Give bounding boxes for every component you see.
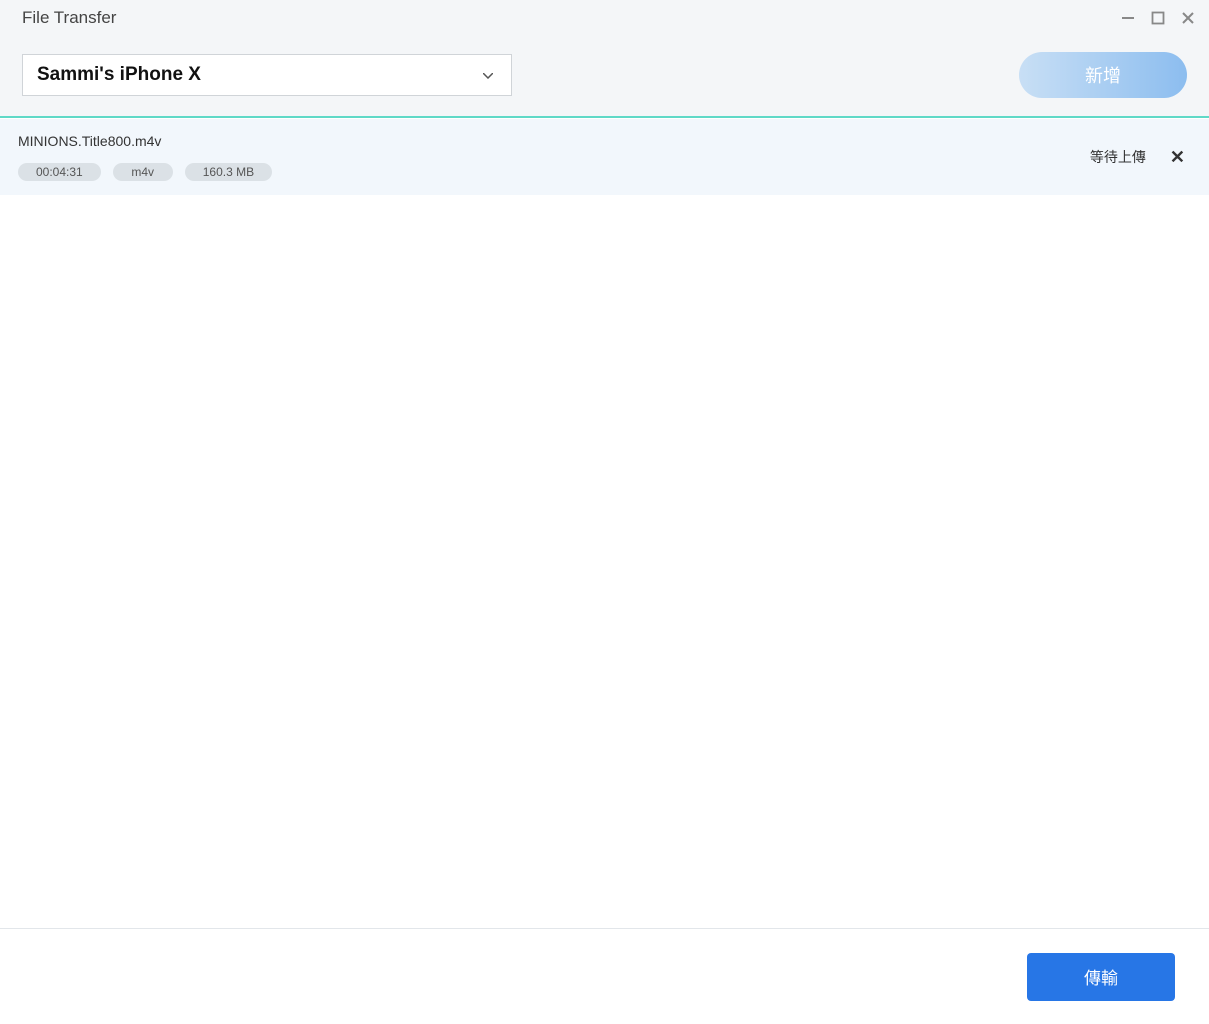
app-header: File Transfer Sammi's iPhone X 新增	[0, 0, 1209, 118]
duration-pill: 00:04:31	[18, 163, 101, 181]
window-controls	[1117, 7, 1199, 29]
chevron-down-icon	[483, 66, 493, 84]
file-name: MINIONS.Title800.m4v	[18, 133, 272, 149]
minimize-icon[interactable]	[1117, 7, 1139, 29]
title-bar: File Transfer	[0, 0, 1209, 36]
toolbar: Sammi's iPhone X 新增	[0, 36, 1209, 98]
close-icon[interactable]	[1177, 7, 1199, 29]
format-pill: m4v	[113, 163, 173, 181]
status-badge: 等待上傳	[1090, 147, 1146, 167]
file-row: MINIONS.Title800.m4v 00:04:31 m4v 160.3 …	[0, 118, 1209, 195]
add-button[interactable]: 新增	[1019, 52, 1187, 98]
maximize-icon[interactable]	[1147, 7, 1169, 29]
close-icon: ✕	[1170, 147, 1185, 167]
remove-button[interactable]: ✕	[1164, 147, 1191, 168]
app-title: File Transfer	[22, 8, 116, 28]
device-select-label: Sammi's iPhone X	[37, 64, 201, 86]
file-actions: 等待上傳 ✕	[1090, 147, 1191, 168]
file-info: MINIONS.Title800.m4v 00:04:31 m4v 160.3 …	[18, 133, 272, 181]
device-select[interactable]: Sammi's iPhone X	[22, 54, 512, 96]
file-meta: 00:04:31 m4v 160.3 MB	[18, 163, 272, 181]
size-pill: 160.3 MB	[185, 163, 272, 181]
footer: 傳輸	[0, 928, 1209, 1024]
file-list: MINIONS.Title800.m4v 00:04:31 m4v 160.3 …	[0, 118, 1209, 195]
transfer-button[interactable]: 傳輸	[1027, 953, 1175, 1001]
